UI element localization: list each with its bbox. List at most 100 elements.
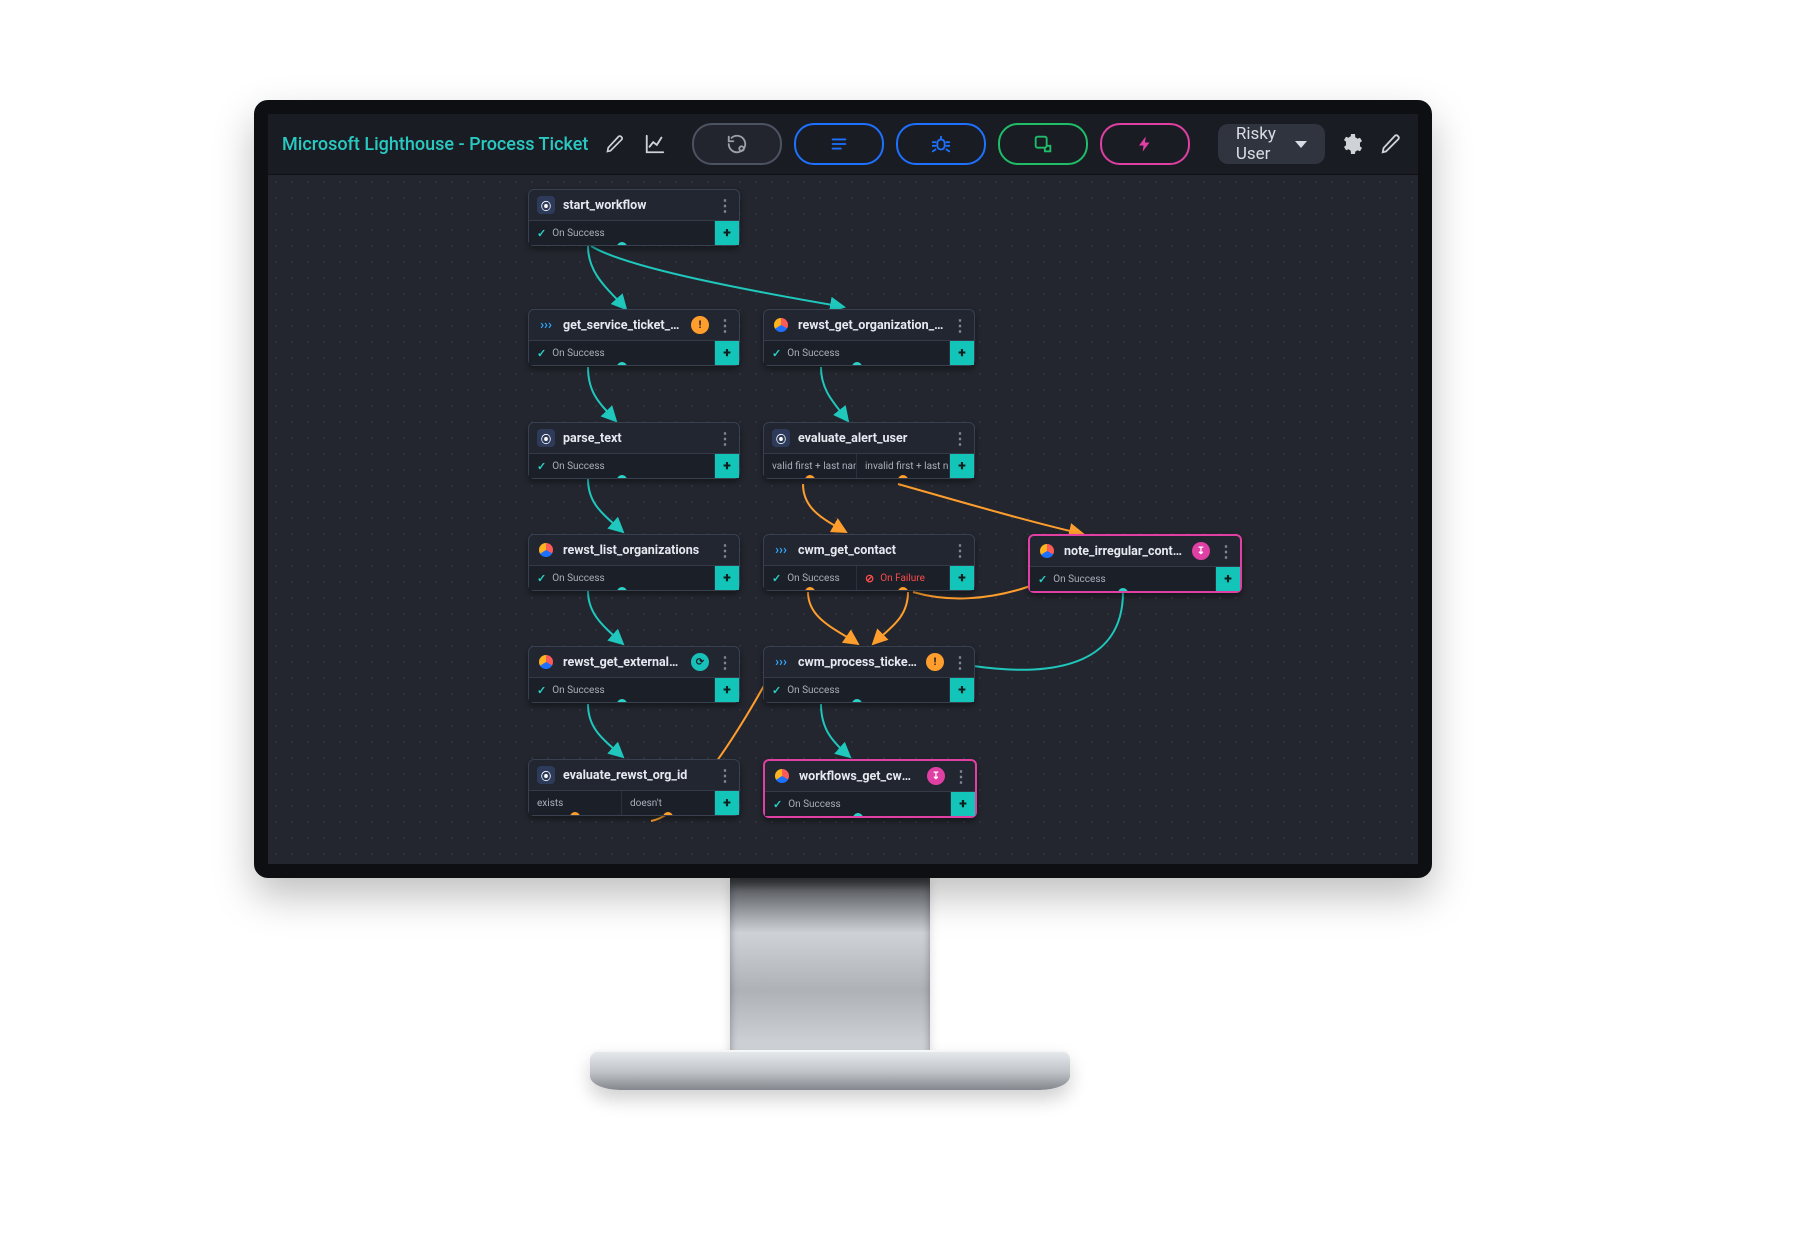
kebab-icon[interactable]: ⋮ <box>717 316 731 335</box>
analytics-button[interactable] <box>642 126 668 162</box>
connectwise-icon: ››› <box>537 316 555 334</box>
monitor-stand-base <box>590 1050 1070 1090</box>
cond-on-success[interactable]: ✓On Success <box>765 792 951 816</box>
node-title: rewst_get_organization_va... <box>798 318 944 333</box>
node-rewst-get-organization-va[interactable]: rewst_get_organization_va... ⋮ ✓On Succe… <box>763 309 975 366</box>
node-rewst-get-external-ref[interactable]: rewst_get_external_ref... ⟳ ⋮ ✓On Succes… <box>528 646 740 703</box>
cond-on-success[interactable]: ✓On Success <box>529 341 715 365</box>
cond-exists[interactable]: exists <box>529 791 622 815</box>
rewst-icon <box>537 653 555 671</box>
export-icon <box>1032 133 1054 155</box>
notes-button[interactable] <box>794 123 884 165</box>
add-transition-button[interactable]: + <box>950 566 974 590</box>
node-note-irregular-contact[interactable]: note_irregular_contact ↧ ⋮ ✓On Success + <box>1028 534 1242 593</box>
trigger-select-label: Risky User <box>1236 124 1287 164</box>
node-rewst-list-organizations[interactable]: rewst_list_organizations ⋮ ✓On Success + <box>528 534 740 591</box>
cond-on-success[interactable]: ✓On Success <box>529 566 715 590</box>
cond-on-success[interactable]: ✓On Success <box>764 341 950 365</box>
node-parse-text[interactable]: ⦿ parse_text ⋮ ✓On Success + <box>528 422 740 479</box>
add-transition-button[interactable]: + <box>1216 567 1240 591</box>
add-transition-button[interactable]: + <box>950 341 974 365</box>
kebab-icon[interactable]: ⋮ <box>717 541 731 560</box>
connectwise-icon: ››› <box>772 653 790 671</box>
add-transition-button[interactable]: + <box>715 341 739 365</box>
node-cwm-process-ticket-w[interactable]: ››› cwm_process_ticket_w... ! ⋮ ✓On Succ… <box>763 646 975 703</box>
cond-invalid-name[interactable]: invalid first + last name <box>857 454 950 478</box>
settings-button[interactable] <box>1339 126 1365 162</box>
node-title: evaluate_rewst_org_id <box>563 768 709 783</box>
refresh-badge: ⟳ <box>691 653 709 671</box>
workflow-editor: Microsoft Lighthouse - Process Ticket <box>268 114 1418 864</box>
cond-on-success[interactable]: ✓On Success <box>1030 567 1216 591</box>
cond-on-success[interactable]: ✓On Success <box>764 566 857 590</box>
export-button[interactable] <box>998 123 1088 165</box>
notes-icon <box>828 133 850 155</box>
add-transition-button[interactable]: + <box>715 791 739 815</box>
node-evaluate-rewst-org-id[interactable]: ⦿ evaluate_rewst_org_id ⋮ exists doesn't… <box>528 759 740 816</box>
add-transition-button[interactable]: + <box>715 454 739 478</box>
core-icon: ⦿ <box>772 429 790 447</box>
kebab-icon[interactable]: ⋮ <box>717 653 731 672</box>
add-transition-button[interactable]: + <box>950 454 974 478</box>
cond-on-failure[interactable]: ⊘On Failure <box>857 566 950 590</box>
triggers-button[interactable] <box>1100 123 1190 165</box>
debug-button[interactable] <box>896 123 986 165</box>
monitor-stand-neck <box>730 876 930 1066</box>
pencil-icon <box>1380 133 1402 155</box>
node-evaluate-alert-user[interactable]: ⦿ evaluate_alert_user ⋮ valid first + la… <box>763 422 975 479</box>
workflow-canvas[interactable]: ⦿ start_workflow ⋮ ✓On Success + ››› get… <box>268 174 1418 864</box>
node-title: evaluate_alert_user <box>798 431 944 446</box>
add-transition-button[interactable]: + <box>951 792 975 816</box>
subworkflow-badge: ↧ <box>927 767 945 785</box>
node-cwm-get-contact[interactable]: ››› cwm_get_contact ⋮ ✓On Success ⊘On Fa… <box>763 534 975 591</box>
cond-doesnt[interactable]: doesn't <box>622 791 715 815</box>
edit-title-button[interactable] <box>602 126 628 162</box>
node-title: rewst_list_organizations <box>563 543 709 558</box>
kebab-icon[interactable]: ⋮ <box>953 767 967 786</box>
node-title: cwm_get_contact <box>798 543 944 558</box>
add-transition-button[interactable]: + <box>715 678 739 702</box>
kebab-icon[interactable]: ⋮ <box>717 766 731 785</box>
trigger-select[interactable]: Risky User <box>1218 124 1325 164</box>
node-title: rewst_get_external_ref... <box>563 655 683 670</box>
kebab-icon[interactable]: ⋮ <box>717 429 731 448</box>
monitor-frame: Microsoft Lighthouse - Process Ticket <box>254 100 1432 878</box>
add-transition-button[interactable]: + <box>715 221 739 245</box>
node-title: start_workflow <box>563 198 709 213</box>
kebab-icon[interactable]: ⋮ <box>952 316 966 335</box>
cond-valid-name[interactable]: valid first + last name <box>764 454 857 478</box>
rewst-icon <box>1038 542 1056 560</box>
edit-action-button[interactable] <box>1378 126 1404 162</box>
add-transition-button[interactable]: + <box>950 678 974 702</box>
gear-icon <box>1339 132 1363 156</box>
history-icon <box>726 133 748 155</box>
core-icon: ⦿ <box>537 196 555 214</box>
node-get-service-ticket-note[interactable]: ››› get_service_ticket_note ! ⋮ ✓On Succ… <box>528 309 740 366</box>
cond-on-success[interactable]: ✓On Success <box>529 678 715 702</box>
node-title: workflows_get_cwm_c... <box>799 769 919 784</box>
connectwise-icon: ››› <box>772 541 790 559</box>
pencil-icon <box>605 134 625 154</box>
kebab-icon[interactable]: ⋮ <box>952 429 966 448</box>
rewst-icon <box>772 316 790 334</box>
rewst-icon <box>773 767 791 785</box>
node-start-workflow[interactable]: ⦿ start_workflow ⋮ ✓On Success + <box>528 189 740 246</box>
workflow-title: Microsoft Lighthouse - Process Ticket <box>282 134 588 155</box>
core-icon: ⦿ <box>537 766 555 784</box>
history-button[interactable] <box>692 123 782 165</box>
cond-on-success[interactable]: ✓On Success <box>764 678 950 702</box>
node-workflows-get-cwm-c[interactable]: workflows_get_cwm_c... ↧ ⋮ ✓On Success + <box>763 759 977 818</box>
node-title: cwm_process_ticket_w... <box>798 655 918 670</box>
kebab-icon[interactable]: ⋮ <box>952 653 966 672</box>
node-title: get_service_ticket_note <box>563 318 683 333</box>
subworkflow-badge: ↧ <box>1192 542 1210 560</box>
kebab-icon[interactable]: ⋮ <box>1218 542 1232 561</box>
kebab-icon[interactable]: ⋮ <box>717 196 731 215</box>
add-transition-button[interactable]: + <box>715 566 739 590</box>
cond-on-success[interactable]: ✓On Success <box>529 454 715 478</box>
kebab-icon[interactable]: ⋮ <box>952 541 966 560</box>
toolbar: Microsoft Lighthouse - Process Ticket <box>268 114 1418 175</box>
warning-badge: ! <box>926 653 944 671</box>
cond-on-success[interactable]: ✓On Success <box>529 221 715 245</box>
node-title: note_irregular_contact <box>1064 544 1184 559</box>
